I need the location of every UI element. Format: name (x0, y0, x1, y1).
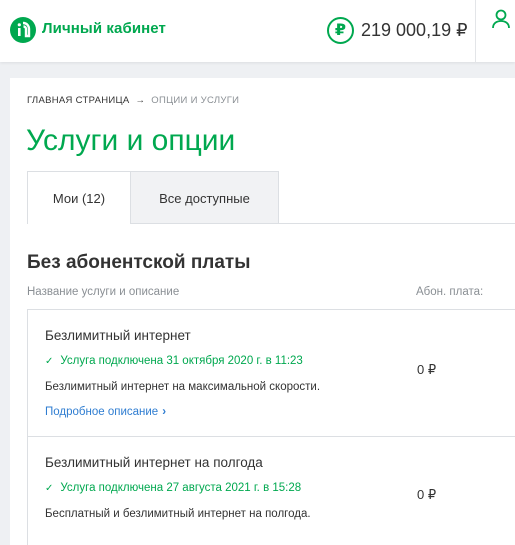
check-icon: ✓ (45, 483, 54, 494)
breadcrumb-home[interactable]: ГЛАВНАЯ СТРАНИЦА (27, 95, 129, 106)
service-fee: 0 ₽ (417, 362, 437, 377)
page-title: Услуги и опции (26, 124, 236, 157)
breadcrumb-current: ОПЦИИ И УСЛУГИ (151, 95, 240, 106)
tab-all-available[interactable]: Все доступные (131, 171, 279, 224)
section-title: Без абонентской платы (27, 252, 251, 273)
details-link[interactable]: Подробное описание › (45, 406, 166, 418)
top-bar: Личный кабинет ₽ 219 000,19 ₽ (0, 0, 515, 62)
service-status: ✓ Услуга подключена 27 августа 2021 г. в … (45, 482, 301, 494)
breadcrumb-arrow-icon: → (135, 95, 146, 106)
service-fee: 0 ₽ (417, 487, 437, 502)
check-icon: ✓ (45, 356, 54, 367)
service-row: Безлимитный интернет ✓ Услуга подключена … (27, 309, 515, 437)
service-status: ✓ Услуга подключена 31 октября 2020 г. в … (45, 355, 303, 367)
details-link-label[interactable]: Подробное описание (45, 406, 158, 418)
service-status-text: Услуга подключена 27 августа 2021 г. в 1… (60, 482, 302, 494)
service-name: Безлимитный интернет на полгода (45, 455, 263, 470)
service-description: Бесплатный и безлимитный интернет на пол… (45, 508, 311, 520)
content-card: ГЛАВНАЯ СТРАНИЦА → ОПЦИИ И УСЛУГИ Услуги и… (10, 78, 515, 545)
tabs-divider (131, 223, 515, 224)
megafon-logo-icon[interactable] (10, 17, 36, 43)
header-divider (475, 0, 476, 62)
user-icon[interactable] (490, 8, 512, 35)
column-header-name: Название услуги и описание (27, 286, 180, 298)
service-description: Безлимитный интернет на максимальной ско… (45, 381, 321, 393)
service-row: Безлимитный интернет на полгода ✓ Услуга … (27, 436, 515, 545)
brand-title[interactable]: Личный кабинет (42, 20, 166, 37)
tab-my[interactable]: Мои (12) (27, 171, 131, 224)
balance-amount[interactable]: 219 000,19 ₽ (361, 20, 468, 41)
breadcrumb: ГЛАВНАЯ СТРАНИЦА → ОПЦИИ И УСЛУГИ (27, 95, 239, 106)
service-status-text: Услуга подключена 31 октября 2020 г. в 1… (60, 355, 303, 367)
ruble-icon: ₽ (327, 17, 354, 44)
service-name: Безлимитный интернет (45, 328, 191, 343)
column-header-fee: Абон. плата: (416, 286, 484, 298)
chevron-right-icon: › (162, 406, 167, 418)
